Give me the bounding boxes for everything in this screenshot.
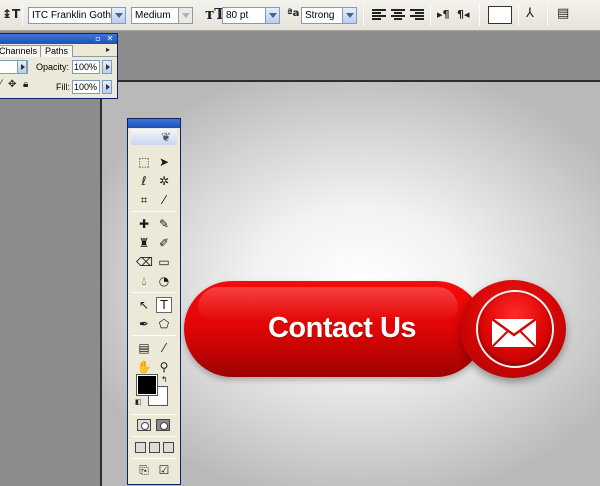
- zoom-tool-icon[interactable]: ⚲: [156, 359, 172, 375]
- blend-row: Opacity: 100%: [0, 57, 117, 77]
- panel-menu-icon[interactable]: ▸: [106, 46, 110, 54]
- palette-titlebar[interactable]: [128, 119, 180, 128]
- dodge-tool-icon[interactable]: ◔: [156, 273, 172, 289]
- text-color-swatch[interactable]: [488, 6, 512, 24]
- marquee-tool-icon[interactable]: ⬚: [136, 154, 152, 170]
- lock-row: ⁄ ✥ 🔒︎ Fill: 100%: [0, 77, 117, 97]
- chevron-down-icon: [111, 8, 125, 23]
- align-right-icon[interactable]: [409, 8, 425, 22]
- tools-palette: ❦ ⬚ ➤ ℓ ✲ ⌗ ⁄ ✚ ✎ ♜ ✐ ⌫ ▭ 💧︎ ◔ ↖ T ✒ ⬠ ▤…: [127, 118, 181, 485]
- type-tool-icon[interactable]: T: [156, 297, 172, 313]
- lock-position-icon[interactable]: ✥: [8, 80, 16, 90]
- chevron-down-icon: [17, 60, 27, 74]
- ltr-direction-icon[interactable]: ▸¶: [437, 9, 450, 20]
- font-style-select[interactable]: Medium: [131, 7, 193, 24]
- panel-titlebar[interactable]: ▫ ✕: [0, 34, 117, 44]
- blur-tool-icon[interactable]: 💧︎: [136, 273, 152, 289]
- contact-button-label: Contact Us: [267, 312, 417, 344]
- pen-tool-icon[interactable]: ✒: [136, 316, 152, 332]
- screen-mode-full-icon[interactable]: [163, 442, 174, 453]
- screen-mode-standard-icon[interactable]: [135, 442, 146, 453]
- history-brush-tool-icon[interactable]: ✐: [156, 235, 172, 251]
- envelope-icon: [491, 318, 537, 348]
- separator: [518, 4, 519, 26]
- fill-slider-button[interactable]: [102, 80, 112, 94]
- opacity-label: Opacity:: [36, 62, 70, 72]
- gradient-tool-icon[interactable]: ▭: [156, 254, 172, 270]
- magic-wand-tool-icon[interactable]: ✲: [156, 173, 172, 189]
- separator: [132, 436, 176, 437]
- text-orientation-icon[interactable]: ↨T: [2, 8, 20, 20]
- clone-stamp-tool-icon[interactable]: ♜: [136, 235, 152, 251]
- separator: [479, 4, 480, 26]
- move-tool-icon[interactable]: ➤: [156, 154, 172, 170]
- anti-alias-select[interactable]: Strong: [301, 7, 357, 24]
- fill-label: Fill:: [56, 82, 70, 92]
- path-selection-tool-icon[interactable]: ↖: [136, 297, 152, 313]
- foreground-color-swatch[interactable]: [136, 374, 158, 396]
- font-family-select[interactable]: ITC Franklin Gothic: [28, 7, 126, 24]
- separator: [132, 414, 176, 415]
- align-left-icon[interactable]: [371, 8, 387, 22]
- chevron-down-icon: [342, 8, 356, 23]
- font-size-value: 80 pt: [226, 10, 249, 21]
- healing-brush-tool-icon[interactable]: ✚: [136, 216, 152, 232]
- palettes-icon[interactable]: ▤: [557, 7, 569, 20]
- font-size-select[interactable]: 80 pt: [222, 7, 280, 24]
- standard-mode-icon[interactable]: [137, 419, 151, 431]
- separator: [363, 4, 364, 26]
- warp-text-icon[interactable]: ⅄: [526, 7, 534, 20]
- separator: [22, 4, 23, 26]
- screen-mode-full-menu-icon[interactable]: [149, 442, 160, 453]
- chevron-down-icon: [265, 8, 279, 23]
- brush-tool-icon[interactable]: ✎: [156, 216, 172, 232]
- jump-to-imageready-icon[interactable]: ⎘: [136, 462, 152, 478]
- swap-colors-icon[interactable]: ↰: [161, 376, 168, 384]
- feather-icon: ❦: [160, 130, 171, 144]
- quick-mask-mode-icon[interactable]: [156, 419, 170, 431]
- notes-tool-icon[interactable]: ▤: [136, 340, 152, 356]
- feather-logo[interactable]: ❦: [131, 129, 177, 145]
- separator: [132, 211, 176, 212]
- default-colors-icon[interactable]: ◧: [135, 399, 142, 406]
- font-style-value: Medium: [135, 10, 171, 21]
- lasso-tool-icon[interactable]: ℓ: [136, 173, 152, 189]
- lock-all-icon[interactable]: 🔒︎: [23, 80, 28, 90]
- panel-tabs: Channels Paths ▸: [0, 44, 117, 57]
- tab-paths[interactable]: Paths: [40, 45, 74, 57]
- chevron-down-icon: [178, 8, 192, 23]
- align-center-icon[interactable]: [390, 8, 406, 22]
- edit-in-imageready-icon[interactable]: ☑: [156, 462, 172, 478]
- separator: [132, 458, 176, 459]
- close-icon[interactable]: ✕: [106, 35, 114, 43]
- rtl-direction-icon[interactable]: ¶◂: [457, 9, 470, 20]
- eraser-tool-icon[interactable]: ⌫: [136, 254, 153, 270]
- photoshop-window: ↨T ITC Franklin Gothic Medium ᴛT 80 pt ª…: [0, 0, 600, 486]
- layers-panel: ▫ ✕ Channels Paths ▸ Opacity: 100% ⁄ ✥ 🔒…: [0, 33, 118, 99]
- separator: [430, 4, 431, 26]
- opacity-input[interactable]: 100%: [72, 60, 100, 74]
- custom-shape-tool-icon[interactable]: ⬠: [156, 316, 172, 332]
- anti-alias-value: Strong: [305, 10, 335, 21]
- minimize-icon[interactable]: ▫: [94, 35, 102, 43]
- anti-alias-icon: ªa: [287, 8, 300, 19]
- options-bar: ↨T ITC Franklin Gothic Medium ᴛT 80 pt ª…: [0, 0, 600, 31]
- separator: [132, 335, 176, 336]
- slice-tool-icon[interactable]: ⁄: [156, 192, 172, 208]
- fill-input[interactable]: 100%: [72, 80, 100, 94]
- crop-tool-icon[interactable]: ⌗: [136, 192, 152, 208]
- hand-tool-icon[interactable]: ✋: [136, 359, 152, 375]
- separator: [132, 292, 176, 293]
- font-family-value: ITC Franklin Gothic: [32, 10, 119, 21]
- tab-channels[interactable]: Channels: [0, 45, 43, 57]
- eyedropper-tool-icon[interactable]: ⁄: [156, 340, 172, 356]
- separator: [547, 4, 548, 26]
- lock-transparency-icon[interactable]: ⁄: [0, 80, 2, 89]
- opacity-slider-button[interactable]: [102, 60, 112, 74]
